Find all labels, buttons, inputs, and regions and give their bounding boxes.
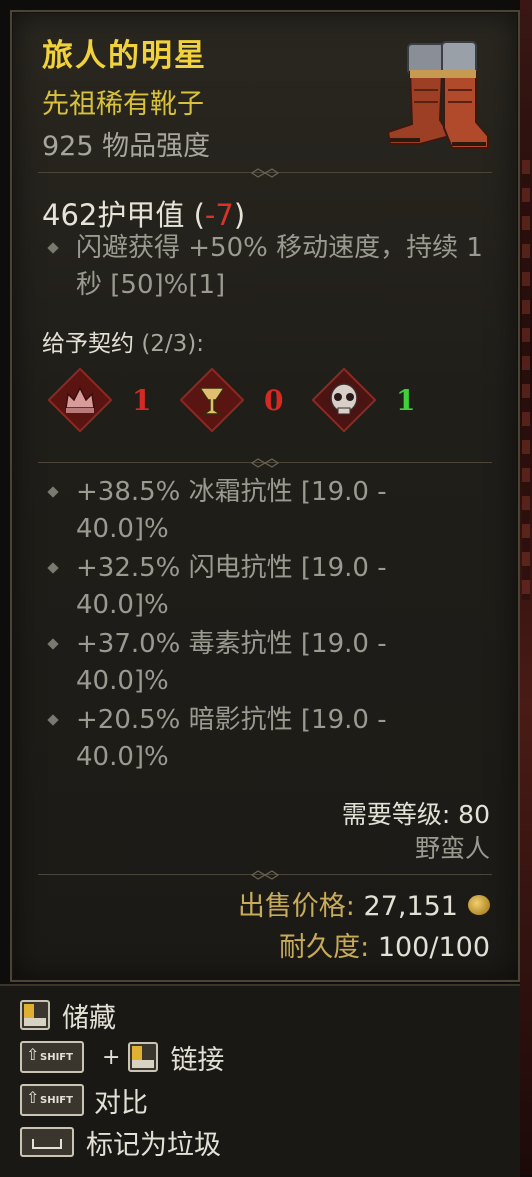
section-divider xyxy=(38,458,492,468)
pact-devotion: 0 xyxy=(180,368,290,432)
section-divider xyxy=(38,168,492,178)
stash-action[interactable]: 储藏 xyxy=(20,998,116,1034)
ferocity-pact-icon xyxy=(48,368,112,432)
item-rarity-type: 先祖稀有靴子 xyxy=(42,89,204,120)
armor-delta: -7 xyxy=(204,198,234,232)
boots-icon xyxy=(386,41,489,149)
shift-key-icon: ⇧ SHIFT xyxy=(20,1041,84,1073)
devotion-pact-icon xyxy=(180,368,244,432)
link-action[interactable]: ⇧ SHIFT + 链接 xyxy=(20,1040,224,1076)
action-hints: 储藏 ⇧ SHIFT + 链接 ⇧ SHIFT 对比 标记为垃圾 xyxy=(0,984,520,1177)
compare-action[interactable]: ⇧ SHIFT 对比 xyxy=(20,1083,148,1119)
pact-eternity: 1 xyxy=(312,368,422,432)
class-requirement: 野蛮人 xyxy=(414,834,490,863)
background-edge xyxy=(520,0,532,1175)
spacebar-key-icon xyxy=(20,1127,74,1157)
item-name: 旅人的明星 xyxy=(42,38,207,74)
affix-lightning-resistance: +32.5% 闪电抗性 [19.0 - 40.0]% xyxy=(42,550,436,624)
implicit-affix: 闪避获得 +50% 移动速度，持续 1 秒 [50]%[1] xyxy=(42,230,506,304)
affix-poison-resistance: +37.0% 毒素抗性 [19.0 - 40.0]% xyxy=(42,626,436,700)
shift-key-icon: ⇧ SHIFT xyxy=(20,1084,84,1116)
armor-value: 462护甲值 (-7) xyxy=(42,198,246,232)
pact-label: 给予契约 (2/3): xyxy=(42,331,205,357)
item-power: 925 物品强度 xyxy=(42,131,211,162)
pact-ferocity: 1 xyxy=(48,368,158,432)
mouse-left-click-icon xyxy=(128,1042,159,1072)
sell-price: 出售价格: 27,151 xyxy=(238,884,490,923)
eternity-pact-icon xyxy=(312,368,376,432)
affix-shadow-resistance: +20.5% 暗影抗性 [19.0 - 40.0]% xyxy=(42,702,436,776)
section-divider xyxy=(38,870,492,880)
required-level: 需要等级: 80 xyxy=(341,800,490,829)
mark-junk-action[interactable]: 标记为垃圾 xyxy=(20,1125,221,1161)
mouse-left-click-icon xyxy=(20,1000,50,1030)
durability: 耐久度: 100/100 xyxy=(279,932,490,963)
gold-coin-icon xyxy=(468,894,490,915)
affix-cold-resistance: +38.5% 冰霜抗性 [19.0 - 40.0]% xyxy=(42,474,436,548)
